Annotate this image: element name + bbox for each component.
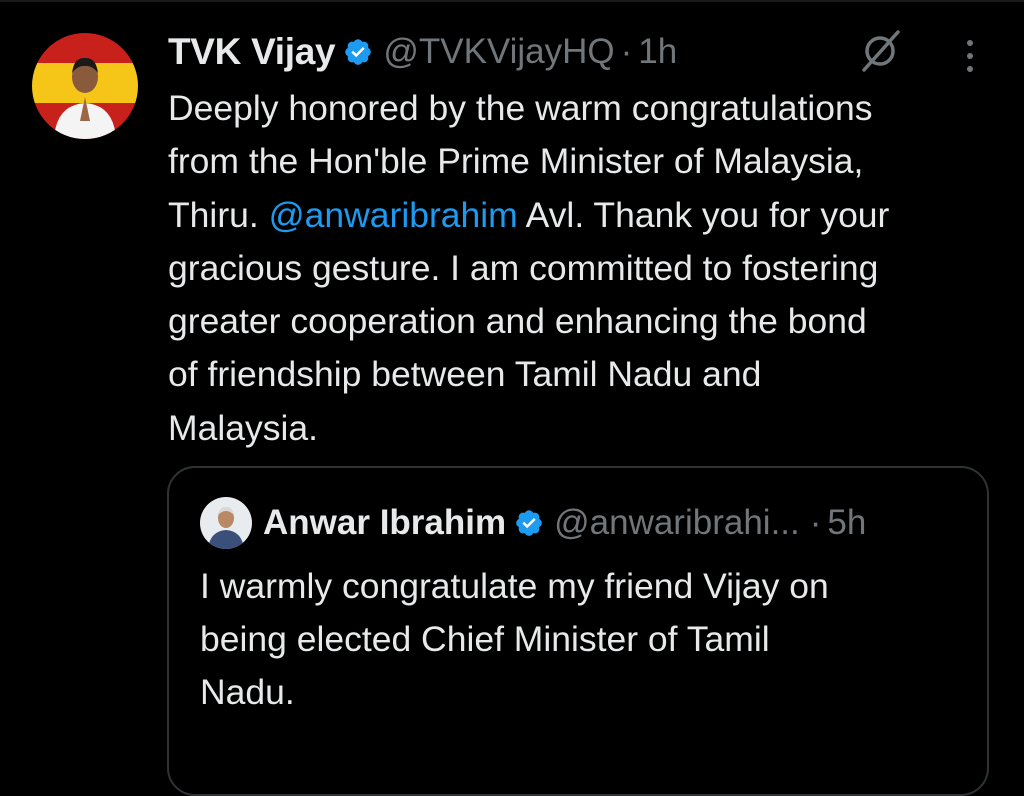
more-vertical-icon[interactable] — [955, 36, 985, 76]
author-display-name[interactable]: TVK Vijay — [168, 31, 336, 73]
quoted-text-line: being elected Chief Minister of Tamil — [200, 619, 770, 659]
tweet-text-prefix: Thiru. — [168, 194, 269, 235]
quoted-author-avatar[interactable] — [200, 497, 252, 549]
verified-badge-icon — [345, 39, 372, 65]
mention-link[interactable]: @anwaribrahim — [269, 195, 518, 235]
separator-dot: · — [620, 32, 633, 71]
quoted-text-line: Nadu. — [200, 672, 295, 712]
author-handle[interactable]: @TVKVijayHQ — [383, 32, 614, 72]
tweet-text-line: Malaysia. — [168, 407, 318, 448]
tweet-text-fragment: Avl. Thank you for your — [525, 194, 890, 235]
tweet-timestamp[interactable]: 1h — [638, 32, 677, 72]
quoted-tweet-text: I warmly congratulate my friend Vijay on… — [200, 560, 970, 719]
tweet-text: Deeply honored by the warm congratulatio… — [168, 82, 1008, 455]
tweet-text-line: Thiru. @anwaribrahim Avl. Thank you for … — [168, 189, 1008, 242]
tweet-header: TVK Vijay @TVKVijayHQ · 1h — [168, 26, 677, 78]
tweet-text-line: gracious gesture. I am committed to fost… — [168, 247, 879, 288]
grok-slash-icon[interactable] — [856, 26, 906, 76]
separator-dot: · — [809, 503, 822, 542]
top-divider — [0, 0, 1024, 2]
tweet-text-line: greater cooperation and enhancing the bo… — [168, 301, 867, 342]
verified-badge-icon — [516, 510, 542, 536]
quoted-tweet-timestamp[interactable]: 5h — [827, 503, 866, 543]
quoted-author-handle[interactable]: @anwaribrahi... — [554, 503, 800, 543]
author-avatar[interactable] — [32, 33, 138, 139]
quoted-author-display-name[interactable]: Anwar Ibrahim — [263, 503, 506, 543]
quoted-text-line: I warmly congratulate my friend Vijay on — [200, 566, 829, 606]
tweet-text-line: from the Hon'ble Prime Minister of Malay… — [168, 141, 864, 182]
quoted-tweet-header: Anwar Ibrahim @anwaribrahi... · 5h — [263, 498, 866, 548]
tweet-text-line: Deeply honored by the warm congratulatio… — [168, 88, 873, 128]
tweet-text-line: of friendship between Tamil Nadu and — [168, 354, 762, 395]
